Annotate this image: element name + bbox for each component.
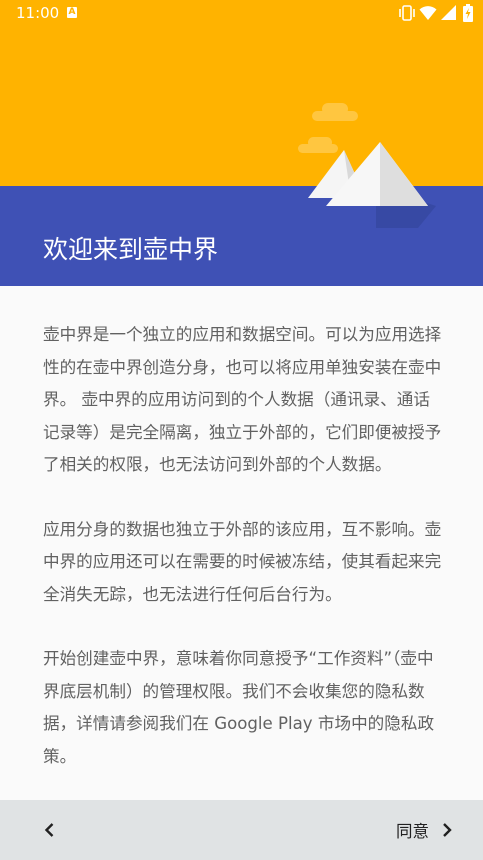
vibrate-icon [399,5,415,21]
chevron-left-icon [44,823,54,837]
signal-icon [441,5,456,20]
chevron-right-icon [443,823,452,837]
intro-paragraph-3: 开始创建壶中界，意味着你同意授予“工作资料”（壶中界底层机制）的管理权限。我们不… [43,649,435,766]
intro-paragraph-1: 壶中界是一个独立的应用和数据空间。可以为应用选择性的在壶中界创造分身，也可以将应… [43,325,442,474]
bottom-navigation-bar: 同意 [0,800,483,860]
intro-paragraph-2: 应用分身的数据也独立于外部的该应用，互不影响。壶中界的应用还可以在需要的时候被冻… [43,519,442,604]
status-bar: 11:00 A [0,0,483,26]
agree-button[interactable]: 同意 [396,810,455,850]
a-badge-icon: A [67,7,77,18]
mountain-illustration [298,103,436,228]
page-title: 欢迎来到壶中界 [43,235,219,264]
intro-content: 壶中界是一个独立的应用和数据空间。可以为应用选择性的在壶中界创造分身，也可以将应… [43,319,443,805]
back-button[interactable] [30,810,70,850]
status-time: 11:00 [16,4,60,22]
battery-charging-icon [463,4,473,22]
agree-label: 同意 [396,822,429,841]
wifi-icon [419,6,437,20]
